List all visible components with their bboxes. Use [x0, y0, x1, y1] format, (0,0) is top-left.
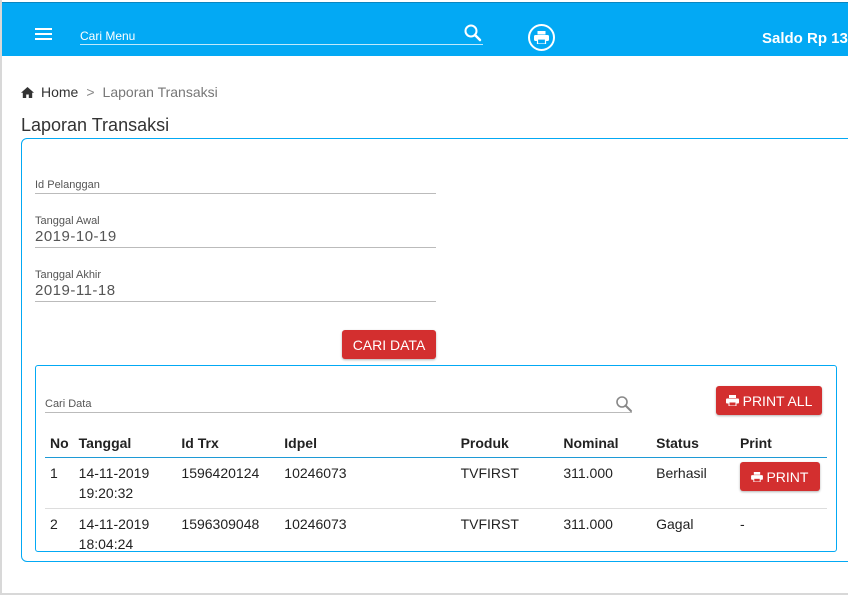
cari-data-button[interactable]: CARI DATA [342, 330, 436, 359]
cell-tanggal: 14-11-2019 18:04:24 [78, 516, 150, 552]
cell-nominal: 311.000 [558, 457, 652, 509]
breadcrumb-home[interactable]: Home [41, 84, 78, 100]
cell-produk: TVFIRST [460, 516, 519, 532]
breadcrumb-separator: > [86, 84, 95, 100]
results-panel: PRINT ALL No Tanggal Id Trx Idpel Produk… [35, 365, 837, 552]
breadcrumb-current: Laporan Transaksi [102, 84, 218, 100]
cell-nominal: 311.000 [563, 516, 613, 532]
balance-text: Saldo Rp 13.0 [762, 30, 848, 47]
cell-idpel: 10246073 [279, 457, 456, 509]
table-row: 2 14-11-2019 18:04:24 1596309048 1024607… [45, 509, 827, 560]
printer-icon [725, 395, 739, 406]
table-search-input[interactable] [45, 398, 595, 410]
column-header: Idpel [279, 428, 456, 458]
tanggal-akhir-label: Tanggal Akhir [35, 269, 102, 281]
home-icon [21, 86, 34, 98]
id-pelanggan-input[interactable] [35, 174, 436, 192]
cell-status: Gagal [656, 516, 694, 532]
menu-search [80, 23, 483, 45]
cell-status: Berhasil [651, 457, 735, 509]
column-header: Print [734, 428, 827, 458]
column-header: Id Trx [176, 428, 280, 458]
search-icon[interactable] [463, 23, 483, 43]
id-pelanggan-field: Id Pelanggan [35, 170, 436, 194]
printer-button[interactable] [528, 24, 555, 51]
hamburger-icon[interactable] [35, 28, 52, 42]
column-header: Status [651, 428, 735, 458]
print-all-button[interactable]: PRINT ALL [716, 386, 822, 415]
cell-print: - [739, 516, 745, 532]
tanggal-akhir-input[interactable] [35, 281, 436, 299]
transaction-table: No Tanggal Id Trx Idpel Produk Nominal S… [45, 428, 827, 559]
print-row-label: PRINT [766, 468, 809, 485]
cell-id-trx: 1596420124 [176, 457, 280, 509]
cell-idpel: 10246073 [284, 516, 347, 532]
menu-search-input[interactable] [80, 27, 450, 44]
column-header: Tanggal [73, 428, 177, 458]
cell-no: 2 [50, 516, 58, 532]
print-all-label: PRINT ALL [742, 392, 813, 409]
cell-no: 1 [45, 457, 74, 509]
printer-icon [534, 31, 549, 44]
search-icon[interactable] [615, 395, 633, 413]
app-frame: Saldo Rp 13.0 Home > Laporan Transaksi L… [0, 0, 848, 595]
tanggal-awal-input[interactable] [35, 227, 436, 245]
tanggal-awal-field: Tanggal Awal [35, 212, 436, 248]
top-bar: Saldo Rp 13.0 [2, 2, 848, 56]
tanggal-akhir-field: Tanggal Akhir [35, 266, 436, 302]
cell-id-trx: 1596309048 [181, 516, 260, 532]
printer-icon [751, 471, 764, 482]
column-header: Nominal [558, 428, 652, 458]
print-row-button[interactable]: PRINT [739, 462, 820, 491]
breadcrumb: Home > Laporan Transaksi [21, 84, 218, 100]
column-header: Produk [455, 428, 559, 458]
table-header-row: No Tanggal Id Trx Idpel Produk Nominal S… [45, 428, 827, 458]
cell-print: PRINT [734, 457, 827, 509]
page-title: Laporan Transaksi [21, 115, 170, 135]
table-row: 1 14-11-2019 19:20:32 1596420124 1024607… [45, 457, 827, 509]
column-header: No [45, 428, 74, 458]
cell-tanggal: 14-11-2019 19:20:32 [73, 457, 177, 509]
tanggal-awal-label: Tanggal Awal [35, 215, 100, 227]
cell-produk: TVFIRST [455, 457, 559, 509]
table-search [45, 395, 632, 413]
